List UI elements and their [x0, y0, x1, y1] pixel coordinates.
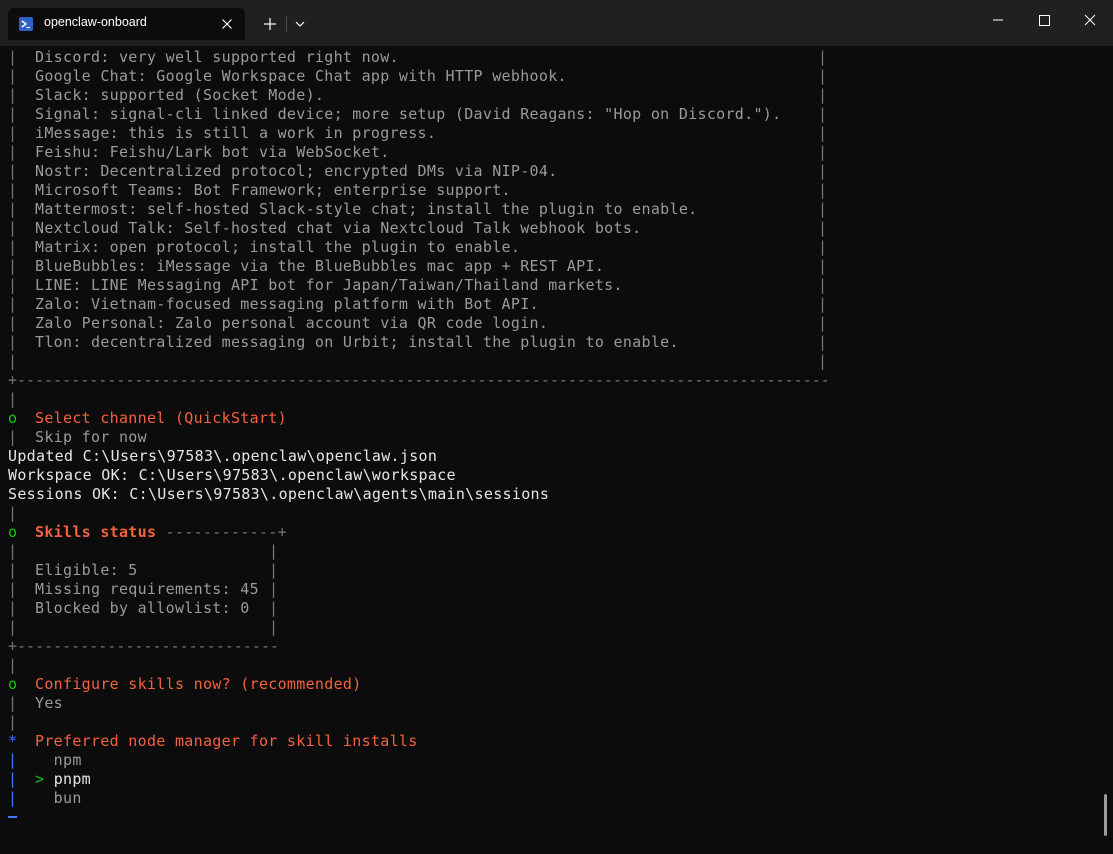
channel-line: | Nextcloud Talk: Self-hosted chat via Ne…	[8, 219, 642, 237]
option-bun[interactable]: | bun	[8, 789, 82, 808]
select-channel-answer: | Skip for now	[8, 428, 147, 446]
box-border-line: |	[8, 352, 18, 370]
chevron-down-icon[interactable]	[290, 12, 310, 36]
pointer-icon: >	[35, 770, 45, 788]
powershell-icon	[19, 17, 33, 31]
channel-line: | Nostr: Decentralized protocol; encrypte…	[8, 162, 558, 180]
title-bar: openclaw-onboard	[0, 0, 1113, 46]
channel-line: | Matrix: open protocol; install the plug…	[8, 238, 521, 256]
box-border-line: |	[8, 542, 18, 560]
skills-blocked: | Blocked by allowlist: 0	[8, 599, 250, 617]
close-tab-icon[interactable]	[217, 14, 237, 34]
channel-line: | iMessage: this is still a work in progr…	[8, 124, 437, 142]
status-line-sessions: Sessions OK: C:\Users\97583\.openclaw\ag…	[8, 485, 550, 503]
channel-line: | Slack: supported (Socket Mode).	[8, 86, 325, 104]
channel-line: | Mattermost: self-hosted Slack-style cha…	[8, 200, 698, 218]
close-window-icon[interactable]	[1071, 6, 1109, 34]
channel-line: | Zalo Personal: Zalo personal account vi…	[8, 314, 549, 332]
channel-line: | LINE: LINE Messaging API bot for Japan/…	[8, 276, 623, 294]
option-pnpm[interactable]: | > pnpm	[8, 770, 91, 789]
channel-line: | Feishu: Feishu/Lark bot via WebSocket.	[8, 143, 390, 161]
terminal-output[interactable]: | Discord: very well supported right now.…	[0, 46, 1113, 854]
skills-box-bottom-border: +---------------------------------------…	[8, 637, 280, 655]
tab-separator	[286, 16, 287, 32]
new-tab-icon[interactable]	[258, 12, 282, 36]
configure-skills-answer: | Yes	[8, 694, 63, 712]
skills-eligible: | Eligible: 5	[8, 561, 138, 579]
option-npm[interactable]: | npm	[8, 751, 82, 770]
channel-line: | Discord: very well supported right now.	[8, 48, 399, 66]
status-line-workspace: Workspace OK: C:\Users\97583\.openclaw\w…	[8, 466, 456, 484]
box-right-border: | | | | | | | | | | | | | | | | |	[818, 48, 828, 370]
active-marker-icon: *	[8, 732, 18, 750]
channel-line: | Tlon: decentralized messaging on Urbit;…	[8, 333, 679, 351]
maximize-icon[interactable]	[1025, 6, 1063, 34]
connector-line: |	[8, 713, 18, 731]
status-line-updated: Updated C:\Users\97583\.openclaw\opencla…	[8, 447, 438, 465]
channel-line: | BlueBubbles: iMessage via the BlueBubbl…	[8, 257, 605, 275]
done-marker-icon: o	[8, 675, 18, 693]
connector-line: |	[8, 656, 18, 674]
scrollbar[interactable]	[1104, 794, 1107, 836]
minimize-icon[interactable]	[979, 6, 1017, 34]
channel-line: | Google Chat: Google Workspace Chat app …	[8, 67, 567, 85]
select-channel-prompt: o Select channel (QuickStart)	[8, 409, 287, 427]
channel-line: | Signal: signal-cli linked device; more …	[8, 105, 782, 123]
done-marker-icon: o	[8, 523, 18, 541]
channel-line: | Microsoft Teams: Bot Framework; enterpr…	[8, 181, 511, 199]
tab-openclaw-onboard[interactable]: openclaw-onboard	[8, 8, 245, 40]
box-bottom-border: +---------------------------------------…	[8, 371, 830, 389]
skills-status-header: o Skills status ------------+	[8, 523, 287, 541]
done-marker-icon: o	[8, 409, 18, 427]
terminal-cursor	[8, 816, 17, 818]
channel-line: | Zalo: Vietnam-focused messaging platfor…	[8, 295, 539, 313]
configure-skills-prompt: o Configure skills now? (recommended)	[8, 675, 362, 693]
skills-box-right-border: | | | | |	[269, 542, 279, 636]
box-border-line: |	[8, 618, 18, 636]
connector-line: |	[8, 504, 18, 522]
node-manager-prompt: * Preferred node manager for skill instal…	[8, 732, 418, 750]
skills-missing: | Missing requirements: 45	[8, 580, 259, 598]
connector-line: |	[8, 390, 18, 408]
tab-title: openclaw-onboard	[44, 15, 147, 29]
